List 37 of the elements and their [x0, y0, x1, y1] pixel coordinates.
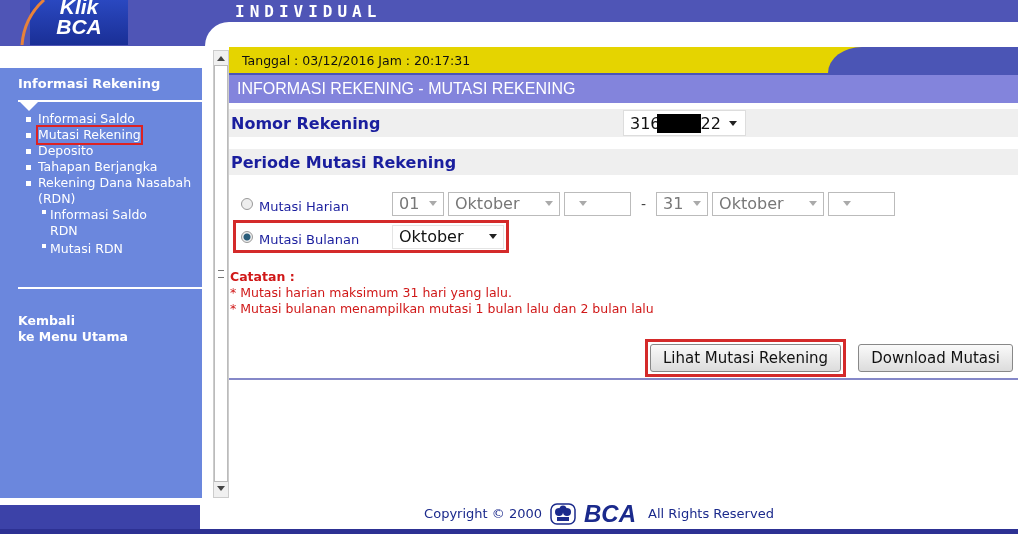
bullet-icon	[42, 244, 46, 248]
header-title: INDIVIDUAL	[235, 1, 382, 21]
menu-item[interactable]: Mutasi Rekening	[36, 125, 143, 145]
menu-item[interactable]: Mutasi RDN	[48, 239, 125, 259]
date-time-text: Tanggal : 03/12/2016 Jam : 20:17:31	[241, 52, 471, 68]
action-button[interactable]: Lihat Mutasi Rekening	[649, 344, 842, 372]
note-text: * Mutasi harian maksimum 31 hari yang lalu.	[230, 285, 513, 301]
redaction-bar	[656, 113, 701, 133]
scroll-up-icon[interactable]	[217, 56, 225, 61]
note-text: * Mutasi bulanan menampilkan mutasi 1 bulan lalu dan 2 bulan lalu	[230, 301, 655, 317]
bullet-icon	[26, 133, 31, 138]
bullet-icon	[26, 149, 31, 154]
logo-text: BCA	[56, 17, 102, 37]
action-button[interactable]: Download Mutasi	[858, 344, 1013, 372]
scrollbar[interactable]	[213, 50, 229, 498]
back-link[interactable]: Kembali ke Menu Utama	[18, 313, 168, 345]
range-separator: -	[641, 195, 647, 212]
bullet-icon	[26, 117, 31, 122]
emblem-icon	[550, 502, 576, 525]
notes-heading: Catatan :	[230, 269, 296, 285]
page-title: INFORMASI REKENING - MUTASI REKENING	[229, 73, 1018, 103]
bullet-icon	[26, 165, 31, 170]
rights-text: All Rights Reserved	[648, 506, 774, 521]
caret-icon[interactable]	[489, 234, 497, 239]
sidebar-heading: Informasi Rekening	[17, 75, 162, 93]
brand-text: BCA	[584, 499, 636, 528]
bullet-icon	[26, 181, 31, 186]
radio-label[interactable]: Mutasi Bulanan	[259, 226, 392, 247]
copyright-text: Copyright © 2000	[424, 506, 542, 521]
bullet-icon	[42, 210, 46, 214]
account-label: Nomor Rekening	[230, 113, 382, 133]
scroll-down-icon[interactable]	[217, 486, 225, 491]
month-dropdown[interactable]: Oktober	[392, 224, 504, 249]
radio-button[interactable]	[241, 230, 253, 243]
section-heading: Periode Mutasi Rekening	[230, 152, 458, 172]
scroll-thumb[interactable]	[214, 65, 228, 482]
caret-icon[interactable]	[728, 120, 737, 126]
